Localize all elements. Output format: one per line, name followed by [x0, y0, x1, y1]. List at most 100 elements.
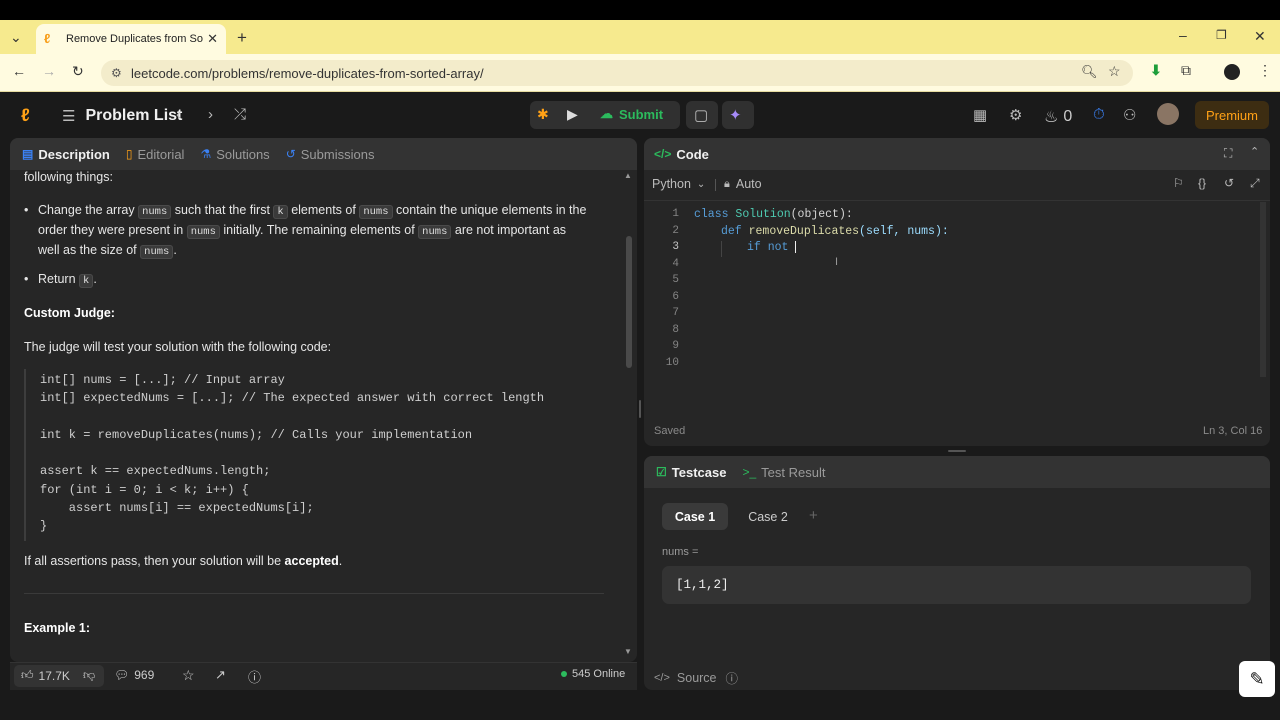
scroll-down-arrow-icon[interactable]: ▼: [624, 647, 632, 656]
tab-editorial[interactable]: ▯ Editorial: [126, 147, 185, 162]
tab-description[interactable]: ▤ Description: [22, 147, 110, 162]
code-line: int k = removeDuplicates(nums); // Calls…: [40, 428, 473, 442]
language-select[interactable]: Python ⌄: [652, 177, 705, 191]
add-friend-icon[interactable]: ⚇: [1123, 106, 1136, 124]
source-label: Source: [676, 670, 717, 685]
extensions-icon[interactable]: ⧉: [1181, 62, 1191, 79]
code-text: (object):: [790, 208, 853, 221]
minimize-window-icon[interactable]: –: [1179, 27, 1187, 43]
tab-submissions[interactable]: ↺ Submissions: [286, 147, 375, 162]
inline-code: nums: [140, 245, 174, 259]
keyword: class: [694, 208, 729, 221]
comment-icon: 💬︎: [114, 668, 130, 682]
source-button[interactable]: </> Source ⓘ: [654, 668, 738, 687]
prev-problem-icon[interactable]: ‹: [176, 106, 181, 123]
address-bar[interactable]: ⚙ leetcode.com/problems/remove-duplicate…: [101, 60, 1133, 86]
description-panel-tabs: ▤ Description ▯ Editorial ⚗ Solutions ↺ …: [10, 138, 637, 170]
reload-icon[interactable]: ↻: [72, 63, 84, 80]
problem-list-button[interactable]: ☰ Problem List: [62, 107, 182, 125]
tab-code[interactable]: </> Code: [654, 147, 709, 162]
ai-sparkle-icon[interactable]: ✦: [729, 106, 742, 124]
dislike-icon[interactable]: 👎︎: [83, 668, 95, 683]
next-problem-icon[interactable]: ›: [208, 106, 213, 123]
new-tab-icon[interactable]: +: [237, 28, 247, 48]
notes-icon[interactable]: ▢: [694, 106, 708, 124]
inline-code: nums: [418, 225, 452, 239]
scroll-up-arrow-icon[interactable]: ▲: [624, 171, 632, 180]
shuffle-icon[interactable]: ⤮: [234, 106, 246, 123]
download-icon[interactable]: ⬇: [1150, 62, 1162, 79]
timer-icon[interactable]: ⏱: [1093, 106, 1105, 123]
line-number: 5: [672, 274, 679, 286]
case-2-tab[interactable]: Case 2: [738, 503, 798, 530]
maximize-icon[interactable]: ⛶: [1224, 146, 1232, 161]
debug-icon[interactable]: ✱: [537, 106, 549, 123]
share-icon[interactable]: ↗: [215, 667, 226, 683]
comments-button[interactable]: 💬︎ 969: [114, 668, 154, 682]
auto-mode[interactable]: 🔒︎ Auto: [724, 177, 762, 191]
divider: [715, 179, 716, 191]
profile-avatar[interactable]: [1224, 64, 1240, 80]
case-1-tab[interactable]: Case 1: [662, 503, 728, 530]
bookmark-star-icon[interactable]: ☆: [1108, 63, 1121, 80]
help-icon[interactable]: ⓘ: [248, 667, 261, 686]
close-window-icon[interactable]: ✕: [1254, 28, 1266, 45]
flask-icon: ⚗: [200, 147, 212, 161]
vertical-resize-handle[interactable]: [639, 400, 641, 418]
favorite-star-icon[interactable]: ☆: [182, 667, 195, 684]
terminal-icon: >_: [742, 465, 757, 479]
collapse-icon[interactable]: ⌃: [1250, 145, 1259, 158]
browser-tab-title: Remove Duplicates from Sorted Array: [66, 33, 203, 45]
like-button[interactable]: 👍︎ 17.7K: [21, 668, 70, 683]
tab-code-label: Code: [676, 146, 709, 162]
description-icon: ▤: [22, 147, 34, 161]
divider: [24, 593, 604, 594]
inline-code: nums: [359, 205, 393, 219]
book-icon: ▯: [125, 147, 133, 161]
tab-testcase[interactable]: ☑ Testcase: [656, 465, 726, 480]
flame-icon: ♨: [1044, 109, 1059, 126]
checkbox-icon: ☑: [656, 465, 667, 479]
user-avatar[interactable]: [1157, 103, 1179, 125]
forward-arrow-icon[interactable]: →: [42, 63, 56, 79]
premium-button[interactable]: Premium: [1195, 101, 1269, 129]
text: initially. The remaining elements of: [219, 223, 419, 237]
pen-edit-icon[interactable]: ✎: [1239, 661, 1275, 697]
site-info-icon[interactable]: ⚙: [111, 66, 125, 80]
line-number: 6: [672, 291, 679, 303]
list-icon: ☰: [62, 108, 76, 125]
add-case-icon[interactable]: +: [809, 507, 818, 524]
function-name: removeDuplicates: [748, 225, 860, 238]
code-line: }: [40, 519, 48, 533]
nums-input[interactable]: [1,1,2]: [662, 566, 1251, 604]
submit-button[interactable]: ☁ Submit: [600, 106, 663, 122]
lock-icon: 🔒︎: [724, 177, 730, 190]
line-number: 8: [672, 324, 679, 336]
layout-icon[interactable]: ▦: [973, 106, 987, 124]
thumbs-up-icon: 👍︎: [21, 668, 34, 682]
code-line-1: class Solution(object):: [694, 208, 853, 221]
restore-window-icon[interactable]: ❐: [1216, 28, 1227, 42]
leetcode-favicon-icon: ℓ: [44, 31, 51, 46]
tab-editorial-label: Editorial: [137, 146, 185, 162]
browser-menu-icon[interactable]: ⋮: [1258, 62, 1272, 79]
tab-search-icon[interactable]: ⌄: [10, 29, 22, 46]
bookmark-icon[interactable]: ⚐: [1173, 176, 1184, 190]
editor-scrollbar[interactable]: [1260, 202, 1266, 377]
streak-counter[interactable]: ♨ 0: [1044, 107, 1072, 127]
run-play-icon[interactable]: ▶: [567, 106, 578, 123]
back-arrow-icon[interactable]: ←: [12, 63, 26, 79]
format-code-icon[interactable]: {}: [1198, 176, 1206, 190]
close-tab-icon[interactable]: ✕: [207, 31, 218, 47]
description-intro: following things:: [24, 170, 113, 184]
leetcode-logo-icon[interactable]: ℓ: [21, 105, 30, 126]
tab-solutions[interactable]: ⚗ Solutions: [200, 147, 269, 162]
description-scrollbar[interactable]: [626, 236, 632, 368]
browser-tab[interactable]: ℓ Remove Duplicates from Sorted Array ✕: [36, 24, 226, 54]
resize-handle[interactable]: [948, 450, 966, 452]
fullscreen-icon[interactable]: ⤢: [1250, 176, 1260, 191]
tab-test-result[interactable]: >_ Test Result: [742, 465, 825, 480]
reset-code-icon[interactable]: ↺: [1224, 176, 1234, 190]
zoom-icon[interactable]: 🔍︎: [1081, 64, 1098, 80]
settings-gear-icon[interactable]: ⚙: [1009, 106, 1022, 124]
